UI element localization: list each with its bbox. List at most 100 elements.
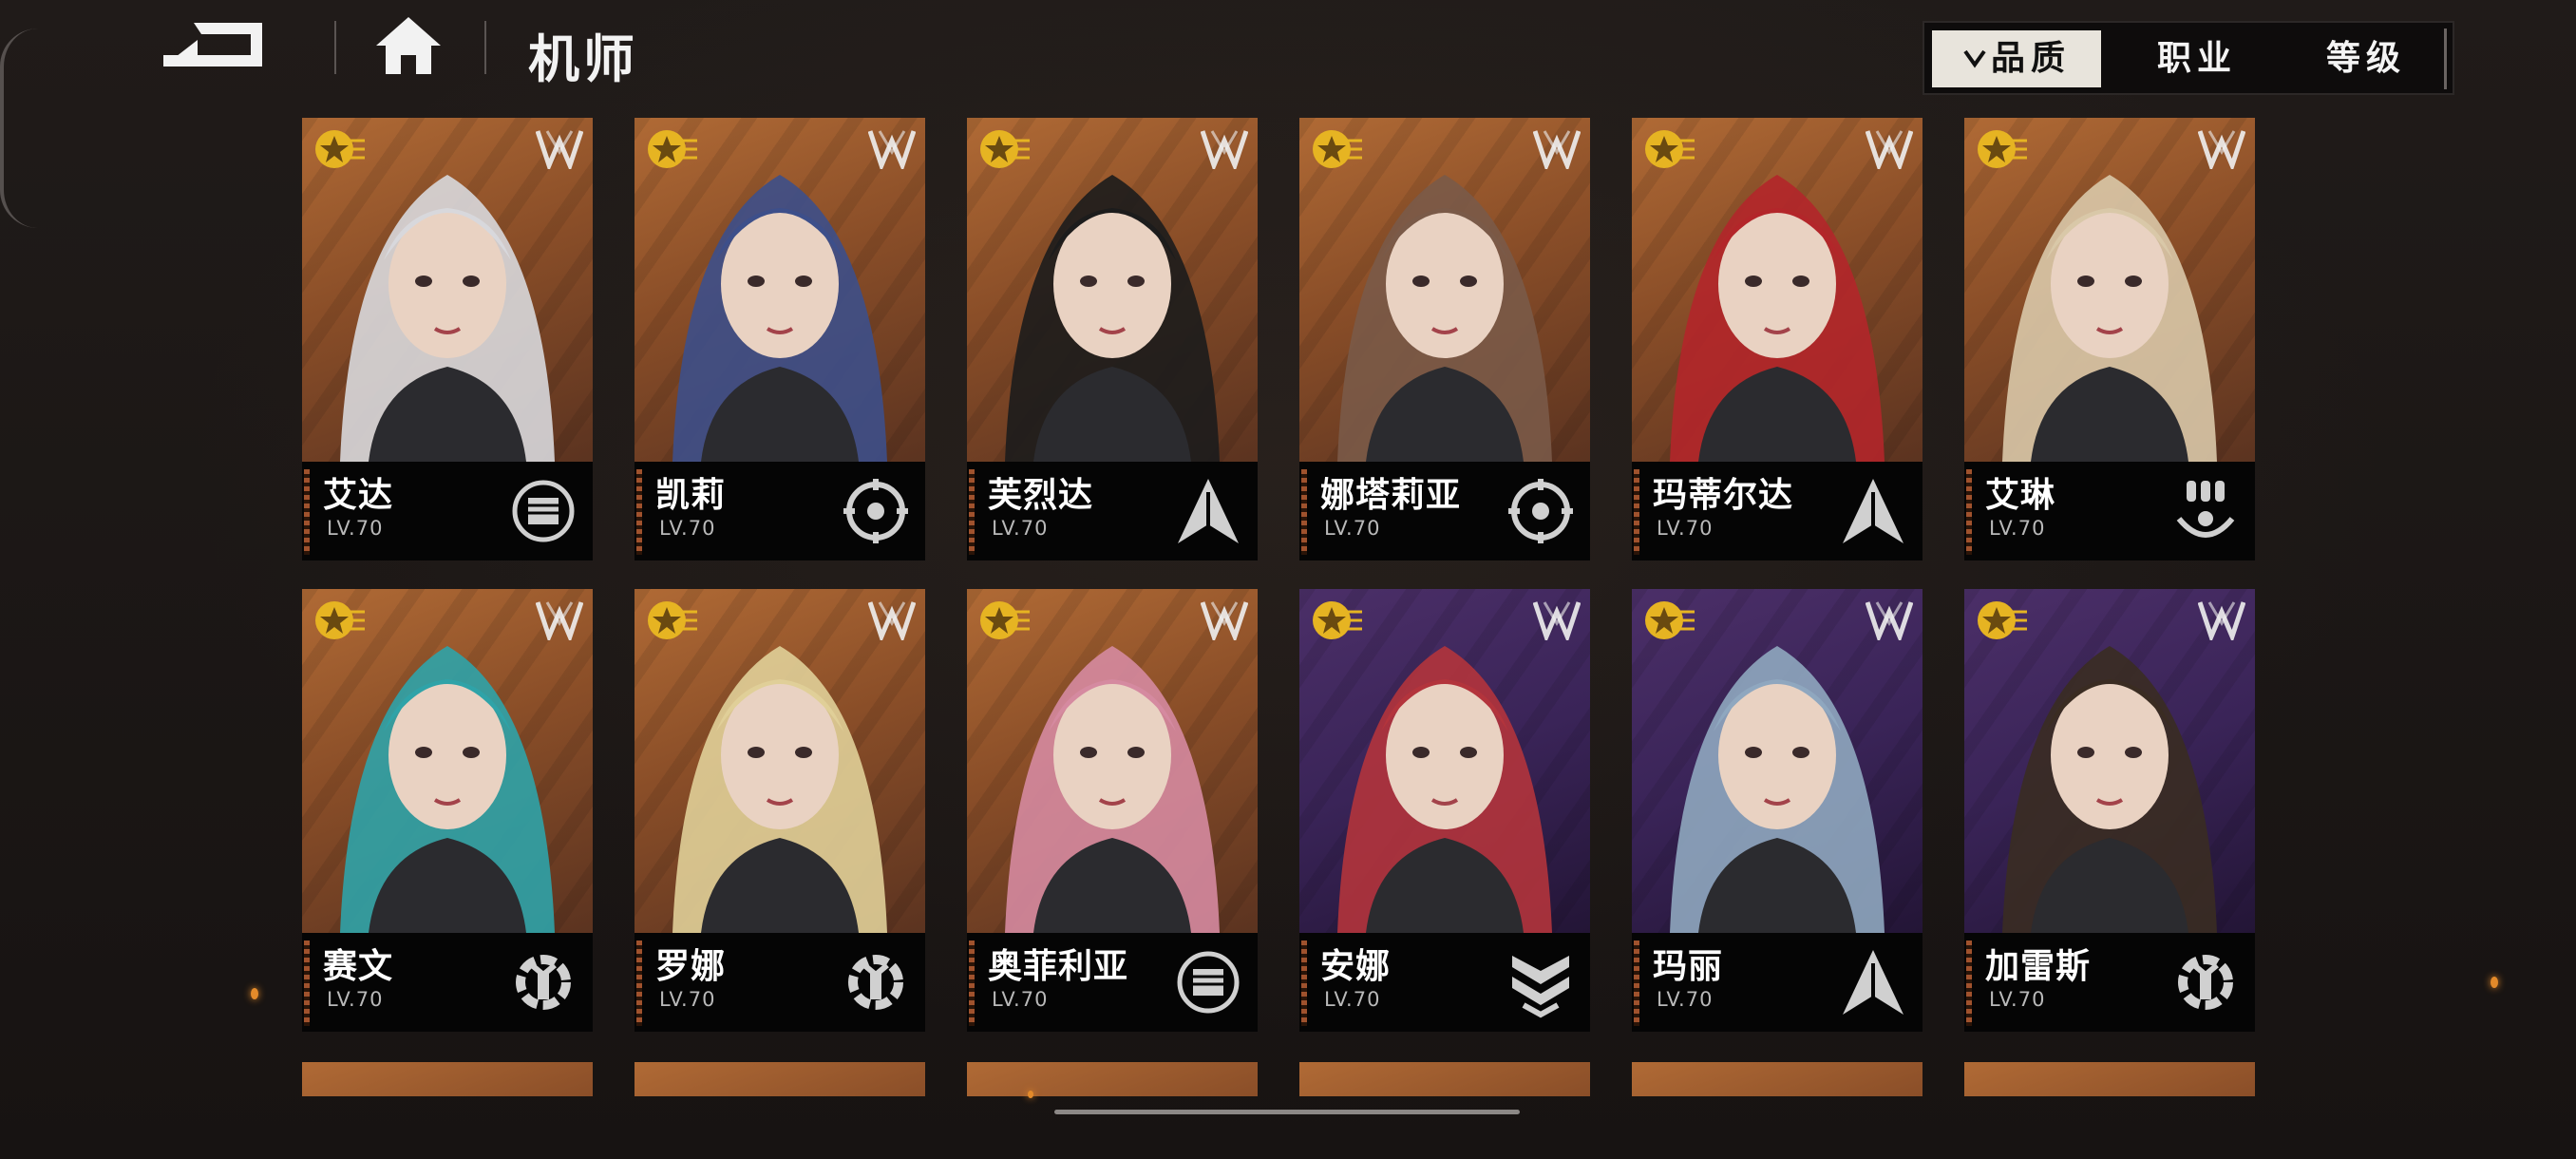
portrait	[635, 589, 925, 933]
star-rank-icon	[315, 130, 365, 168]
card-info-bar: 玛丽 LV.70	[1632, 933, 1923, 1032]
pilot-card[interactable]: 赛文 LV.70	[302, 589, 593, 1032]
filter-edge-line	[2444, 28, 2447, 89]
pilot-level: LV.70	[327, 988, 384, 1011]
topbar-divider	[334, 21, 336, 74]
card-accent-stripe	[1634, 469, 1639, 555]
pilot-card-partial[interactable]	[1964, 1062, 2255, 1096]
pilot-level: LV.70	[1989, 517, 2046, 540]
filter-level[interactable]: 等级	[2295, 30, 2437, 87]
card-info-bar: 奥菲利亚 LV.70	[967, 933, 1258, 1032]
star-rank-icon	[1313, 130, 1362, 168]
back-button[interactable]	[160, 17, 293, 78]
star-rank-icon	[648, 130, 697, 168]
card-accent-stripe	[636, 940, 642, 1026]
star-rank-icon	[980, 601, 1030, 639]
faction-logo-icon	[536, 130, 583, 169]
card-accent-stripe	[1634, 940, 1639, 1026]
star-rank-icon	[1978, 601, 2027, 639]
pilot-level: LV.70	[659, 517, 716, 540]
ember-particle	[2491, 977, 2498, 988]
card-info-bar: 罗娜 LV.70	[635, 933, 925, 1032]
wrench-icon	[840, 946, 912, 1018]
pilot-level: LV.70	[992, 517, 1049, 540]
pilot-card[interactable]: 艾琳 LV.70	[1964, 118, 2255, 560]
portrait	[967, 589, 1258, 933]
back-arrow-icon	[163, 23, 262, 66]
card-info-bar: 赛文 LV.70	[302, 933, 593, 1032]
ember-particle	[251, 988, 258, 999]
card-accent-stripe	[969, 469, 975, 555]
faction-logo-icon	[1866, 601, 1913, 640]
pilot-card[interactable]: 玛蒂尔达 LV.70	[1632, 118, 1923, 560]
card-info-bar: 加雷斯 LV.70	[1964, 933, 2255, 1032]
portrait	[1964, 589, 2255, 933]
pilot-level: LV.70	[992, 988, 1049, 1011]
card-accent-stripe	[304, 469, 310, 555]
portrait	[302, 589, 593, 933]
pilot-card[interactable]: 罗娜 LV.70	[635, 589, 925, 1032]
portrait	[635, 118, 925, 462]
card-accent-stripe	[1966, 469, 1972, 555]
faction-logo-icon	[868, 130, 916, 169]
card-accent-stripe	[969, 940, 975, 1026]
wrench-icon	[2169, 946, 2242, 1018]
support-icon	[2169, 475, 2242, 547]
faction-logo-icon	[1201, 601, 1248, 640]
card-accent-stripe	[1301, 940, 1307, 1026]
star-rank-icon	[1978, 130, 2027, 168]
pilot-level: LV.70	[1324, 988, 1381, 1011]
pilot-card-partial[interactable]	[1299, 1062, 1590, 1096]
pilot-card-partial[interactable]	[635, 1062, 925, 1096]
faction-logo-icon	[1533, 130, 1581, 169]
pilot-card[interactable]: 娜塔莉亚 LV.70	[1299, 118, 1590, 560]
filter-quality[interactable]: 品质	[1932, 30, 2101, 87]
home-indicator[interactable]	[1054, 1110, 1520, 1114]
pilot-name: 芙烈达	[988, 476, 1094, 515]
portrait	[1299, 589, 1590, 933]
star-rank-icon	[1645, 130, 1695, 168]
pilot-name: 玛丽	[1653, 947, 1724, 986]
arrow-icon	[1837, 475, 1909, 547]
fist-icon	[1172, 946, 1244, 1018]
pilot-name: 赛文	[323, 947, 394, 986]
filter-profession[interactable]: 职业	[2126, 30, 2268, 87]
wrench-icon	[507, 946, 579, 1018]
pilot-card[interactable]: 芙烈达 LV.70	[967, 118, 1258, 560]
target-icon	[840, 475, 912, 547]
card-info-bar: 安娜 LV.70	[1299, 933, 1590, 1032]
chevron-down-icon	[1962, 31, 1987, 88]
pilot-card[interactable]: 加雷斯 LV.70	[1964, 589, 2255, 1032]
pilot-card[interactable]: 艾达 LV.70	[302, 118, 593, 560]
target-icon	[1505, 475, 1577, 547]
pilot-card[interactable]: 玛丽 LV.70	[1632, 589, 1923, 1032]
faction-logo-icon	[2198, 601, 2245, 640]
star-rank-icon	[315, 601, 365, 639]
pilot-level: LV.70	[1657, 988, 1714, 1011]
pilot-card-partial[interactable]	[1632, 1062, 1923, 1096]
filter-bar: 品质 职业 等级	[1923, 21, 2454, 95]
pilot-card[interactable]: 奥菲利亚 LV.70	[967, 589, 1258, 1032]
pilot-level: LV.70	[1657, 517, 1714, 540]
pilot-card-partial[interactable]	[967, 1062, 1258, 1096]
card-accent-stripe	[1301, 469, 1307, 555]
card-accent-stripe	[1966, 940, 1972, 1026]
faction-logo-icon	[1866, 130, 1913, 169]
filter-label: 等级	[2325, 39, 2406, 78]
card-info-bar: 芙烈达 LV.70	[967, 462, 1258, 560]
faction-logo-icon	[868, 601, 916, 640]
pilot-level: LV.70	[1324, 517, 1381, 540]
pilot-card[interactable]: 凯莉 LV.70	[635, 118, 925, 560]
arrow-icon	[1837, 946, 1909, 1018]
pilot-card-partial[interactable]	[302, 1062, 593, 1096]
pilot-card[interactable]: 安娜 LV.70	[1299, 589, 1590, 1032]
pilot-name: 玛蒂尔达	[1653, 476, 1794, 515]
home-button[interactable]	[372, 13, 445, 78]
pilot-name: 安娜	[1320, 947, 1392, 986]
faction-logo-icon	[1533, 601, 1581, 640]
portrait	[967, 118, 1258, 462]
ember-particle	[1028, 1091, 1033, 1098]
card-accent-stripe	[636, 469, 642, 555]
filter-label: 职业	[2156, 39, 2237, 78]
shield-icon	[1505, 946, 1577, 1018]
